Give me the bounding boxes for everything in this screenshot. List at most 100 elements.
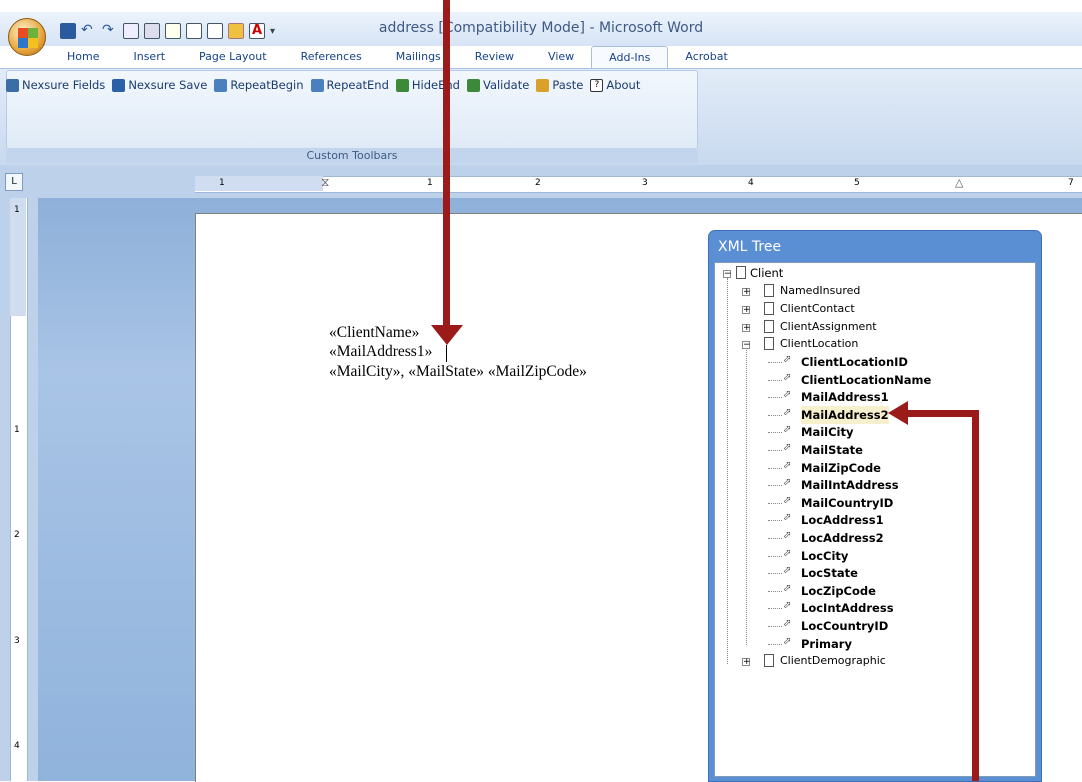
attribute-icon: ⬀ bbox=[783, 565, 792, 577]
document-icon bbox=[736, 266, 746, 279]
tree-field-mailstate[interactable]: MailState bbox=[801, 441, 863, 459]
tree-node-client-assignment[interactable]: ClientAssignment bbox=[780, 318, 877, 336]
ruler-mark: 3 bbox=[642, 178, 648, 188]
vertical-ruler-margin bbox=[10, 198, 26, 316]
tab-review[interactable]: Review bbox=[458, 46, 531, 68]
ruler-mark: 1 bbox=[219, 178, 225, 188]
tree-field-mailintaddress[interactable]: MailIntAddress bbox=[801, 476, 899, 494]
attribute-icon: ⬀ bbox=[783, 600, 792, 612]
tree-node-named-insured[interactable]: NamedInsured bbox=[780, 282, 860, 300]
attribute-icon: ⬀ bbox=[783, 494, 792, 506]
attribute-icon: ⬀ bbox=[783, 406, 792, 418]
tree-field-clientlocationid[interactable]: ClientLocationID bbox=[801, 353, 908, 371]
attribute-icon: ⬀ bbox=[783, 618, 792, 629]
attribute-icon: ⬀ bbox=[783, 389, 792, 401]
mail-city-state-zip-field[interactable]: «MailCity», «MailState» «MailZipCode» bbox=[329, 363, 587, 381]
attribute-icon: ⬀ bbox=[783, 547, 792, 559]
button-label: Nexsure Fields bbox=[22, 78, 106, 92]
ruler-marks: 1 1 2 3 4 5 7 ⧖ △ bbox=[195, 175, 1082, 191]
tree-field-locaddress1[interactable]: LocAddress1 bbox=[801, 511, 884, 529]
client-name-field[interactable]: «ClientName» bbox=[329, 324, 419, 342]
tree-line bbox=[768, 432, 782, 434]
attribute-icon: ⬀ bbox=[783, 354, 792, 365]
tree-field-loccity[interactable]: LocCity bbox=[801, 547, 848, 565]
attribute-icon: ⬀ bbox=[783, 477, 792, 489]
tree-line bbox=[746, 350, 747, 645]
vruler-mark: 1 bbox=[14, 205, 20, 215]
tree-line bbox=[768, 573, 782, 575]
tree-field-locintaddress[interactable]: LocIntAddress bbox=[801, 599, 894, 617]
tab-add-ins[interactable]: Add-Ins bbox=[591, 46, 669, 68]
expand-icon[interactable]: + bbox=[742, 658, 751, 667]
tree-line bbox=[768, 626, 782, 627]
repeat-begin-button[interactable]: RepeatBegin bbox=[214, 78, 304, 92]
tree-node-client-demographic[interactable]: ClientDemographic bbox=[780, 652, 886, 670]
tree-line bbox=[768, 379, 782, 381]
ruler-mark: 5 bbox=[854, 178, 860, 188]
attribute-icon: ⬀ bbox=[783, 530, 792, 541]
tree-line bbox=[768, 485, 782, 487]
mail-address1-field[interactable]: «MailAddress1» bbox=[329, 343, 432, 361]
tab-view[interactable]: View bbox=[531, 46, 591, 68]
vruler-mark: 4 bbox=[14, 741, 20, 751]
save-icon bbox=[112, 78, 126, 92]
tab-acrobat[interactable]: Acrobat bbox=[668, 46, 744, 68]
about-button[interactable]: ? About bbox=[590, 78, 640, 92]
office-logo-icon-part bbox=[28, 38, 38, 48]
tree-line bbox=[768, 643, 782, 645]
attribute-icon: ⬀ bbox=[783, 459, 792, 471]
nexsure-fields-button[interactable]: Nexsure Fields bbox=[6, 78, 105, 92]
validate-icon bbox=[466, 78, 480, 92]
ruler-mark: 1 bbox=[427, 178, 433, 188]
button-label: Validate bbox=[482, 78, 530, 92]
tree-field-clientlocationname[interactable]: ClientLocationName bbox=[801, 371, 931, 389]
tab-insert[interactable]: Insert bbox=[116, 46, 182, 68]
expand-icon[interactable]: + bbox=[742, 288, 751, 297]
tab-home[interactable]: Home bbox=[50, 46, 116, 68]
paste-button[interactable]: Paste bbox=[536, 78, 583, 92]
tree-field-locstate[interactable]: LocState bbox=[801, 564, 858, 582]
tree-field-mailaddress2[interactable]: MailAddress2 bbox=[801, 405, 889, 424]
tree-node-client-location[interactable]: ClientLocation bbox=[780, 335, 858, 353]
tab-references[interactable]: References bbox=[284, 46, 379, 68]
nexsure-save-button[interactable]: Nexsure Save bbox=[112, 78, 207, 92]
validate-button[interactable]: Validate bbox=[466, 78, 530, 92]
tree-field-loccountryid[interactable]: LocCountryID bbox=[801, 617, 888, 635]
collapse-icon[interactable]: − bbox=[742, 341, 751, 350]
tree-field-mailzipcode[interactable]: MailZipCode bbox=[801, 459, 881, 477]
expand-icon[interactable]: + bbox=[742, 306, 751, 315]
annotation-arrowhead-left bbox=[888, 401, 908, 425]
tree-node-client[interactable]: Client bbox=[750, 264, 783, 282]
indent-marker-icon[interactable]: ⧖ bbox=[321, 175, 329, 190]
ruler-mark: 4 bbox=[748, 178, 754, 188]
tree-field-mailaddress1[interactable]: MailAddress1 bbox=[801, 388, 889, 406]
button-label: RepeatEnd bbox=[326, 78, 389, 92]
right-indent-icon[interactable]: △ bbox=[955, 176, 963, 189]
tree-field-loczipcode[interactable]: LocZipCode bbox=[801, 582, 876, 600]
button-label: RepeatBegin bbox=[230, 78, 304, 92]
repeat-end-button[interactable]: RepeatEnd bbox=[310, 78, 389, 92]
tree-line bbox=[768, 502, 782, 504]
hide-end-button[interactable]: HideEnd bbox=[395, 78, 460, 92]
document-icon bbox=[764, 337, 774, 350]
tree-field-primary[interactable]: Primary bbox=[801, 635, 852, 653]
tree-field-locaddress2[interactable]: LocAddress2 bbox=[801, 529, 884, 547]
repeat-end-icon bbox=[310, 78, 324, 92]
collapse-icon[interactable]: − bbox=[723, 270, 732, 279]
tree-line bbox=[768, 450, 782, 451]
tree-line bbox=[768, 397, 782, 399]
attribute-icon: ⬀ bbox=[783, 635, 792, 647]
attribute-icon: ⬀ bbox=[783, 424, 792, 436]
tree-field-mailcity[interactable]: MailCity bbox=[801, 423, 853, 441]
expand-icon[interactable]: + bbox=[742, 324, 751, 333]
tree-line bbox=[768, 414, 782, 416]
tree-field-mailcountryid[interactable]: MailCountryID bbox=[801, 494, 893, 512]
tree-node-client-contact[interactable]: ClientContact bbox=[780, 300, 855, 318]
help-icon: ? bbox=[590, 78, 604, 92]
tab-selector[interactable]: L bbox=[5, 173, 23, 191]
tab-page-layout[interactable]: Page Layout bbox=[182, 46, 284, 68]
button-label: About bbox=[606, 78, 641, 92]
office-logo-icon-part bbox=[18, 38, 28, 48]
annotation-arrow-horizontal bbox=[906, 410, 979, 417]
tree-line bbox=[727, 278, 728, 664]
